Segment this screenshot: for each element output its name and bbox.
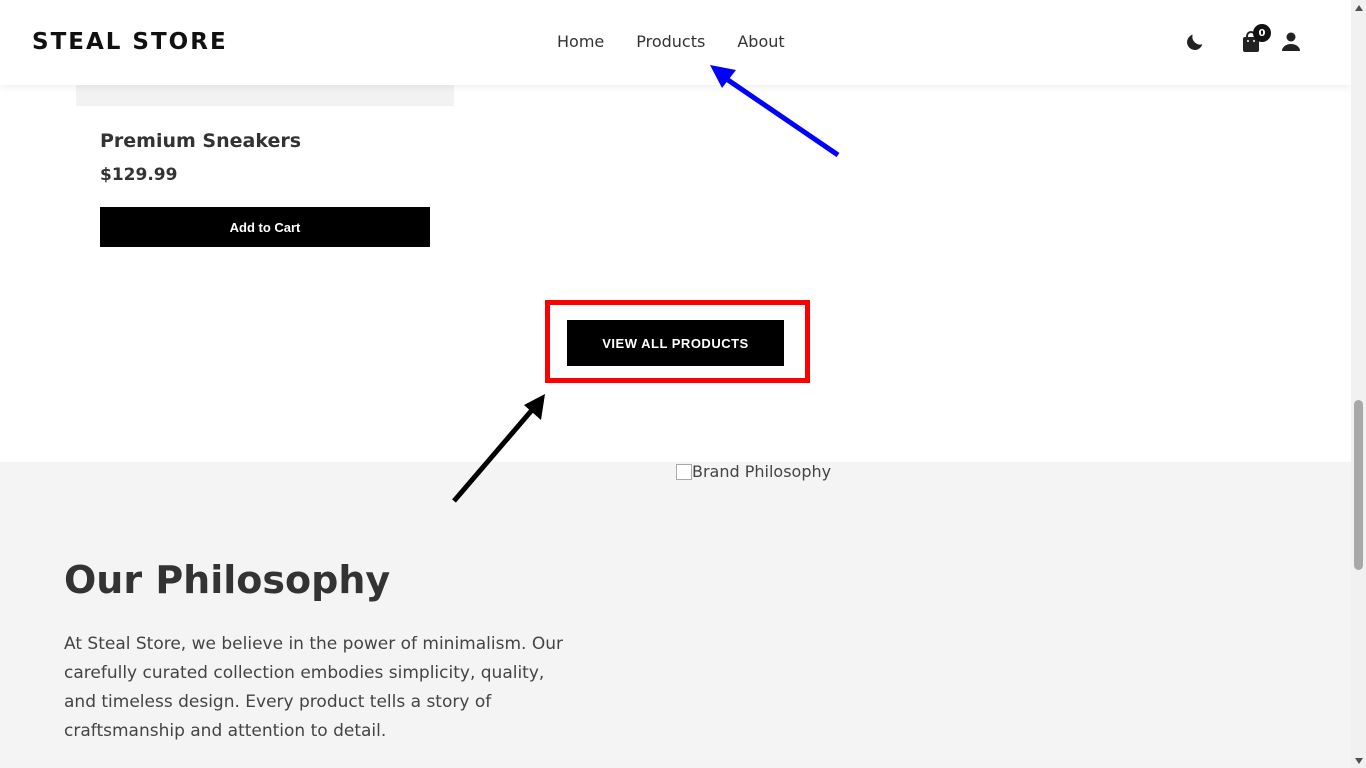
vertical-scrollbar[interactable]: [1351, 0, 1366, 768]
view-all-products-button[interactable]: VIEW ALL PRODUCTS: [567, 320, 784, 366]
cart-count-badge: 0: [1253, 24, 1271, 42]
philosophy-title: Our Philosophy: [64, 558, 391, 602]
product-name: Premium Sneakers: [100, 130, 302, 152]
image-alt-text: Brand Philosophy: [692, 462, 832, 481]
scrollbar-thumb[interactable]: [1354, 400, 1363, 570]
philosophy-section: Brand Philosophy Our Philosophy At Steal…: [0, 462, 1351, 768]
nav-about[interactable]: About: [737, 32, 784, 51]
user-icon: [1282, 32, 1300, 51]
add-to-cart-button[interactable]: Add to Cart: [100, 207, 430, 247]
triangle-down-icon: [1354, 757, 1363, 764]
broken-image-icon: [676, 464, 692, 480]
moon-icon: [1187, 34, 1203, 50]
nav-home[interactable]: Home: [557, 32, 604, 51]
site-header: STEAL STORE Home Products About 0: [0, 0, 1351, 85]
philosophy-text: At Steal Store, we believe in the power …: [64, 634, 563, 741]
product-price: $129.99: [100, 165, 178, 185]
main-nav: Home Products About: [557, 32, 785, 51]
product-image: [76, 85, 454, 106]
brand-philosophy-image: Brand Philosophy: [676, 462, 831, 481]
theme-toggle-button[interactable]: [1183, 30, 1207, 54]
account-button[interactable]: [1279, 30, 1303, 54]
scroll-down-button[interactable]: [1351, 753, 1366, 768]
page: STEAL STORE Home Products About 0 Premiu…: [0, 0, 1351, 768]
nav-products[interactable]: Products: [636, 32, 705, 51]
triangle-up-icon: [1354, 4, 1363, 11]
scroll-up-button[interactable]: [1351, 0, 1366, 15]
brand-logo[interactable]: STEAL STORE: [32, 29, 228, 55]
